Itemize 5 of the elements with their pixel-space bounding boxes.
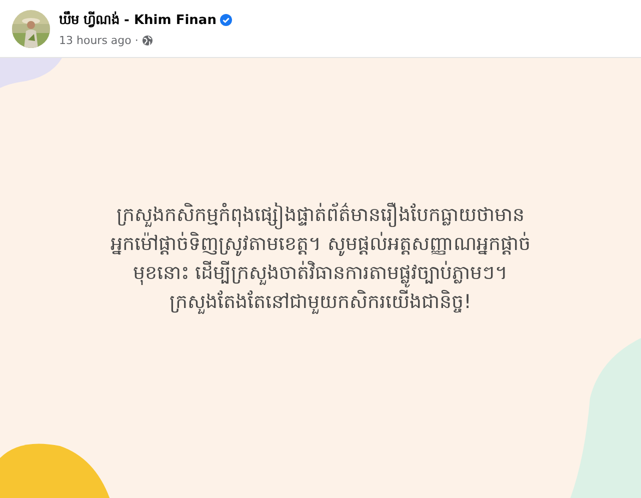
post-time[interactable]: 13 hours ago · (59, 34, 138, 46)
globe-icon (142, 34, 154, 46)
author-name[interactable]: ឃឹម ហ្វីណង់ - Khim Finan (59, 10, 216, 30)
post-text: ក្រសួងកសិកម្មកំពុងផ្សៀងផ្ទាត់ព័ត៌មានរឿងបែកធ្លាយថាមាន អ្នកម៉ៅផ្ដាច់ទិញស្រូវតាមខេត្ត។ សូមផ្ដល់អត្តសញ្ញាណអ្នកផ្ដាច់ មុខនោះ ដើម្បីក្រសួងចាត់វិធានការតាមផ្លូវច្បាប់ភ្លាមៗ។ ក្រសួងតែងតែនៅជាមួយកសិករយើងជានិច្ច! (109, 202, 532, 316)
corner-blob (0, 58, 62, 88)
